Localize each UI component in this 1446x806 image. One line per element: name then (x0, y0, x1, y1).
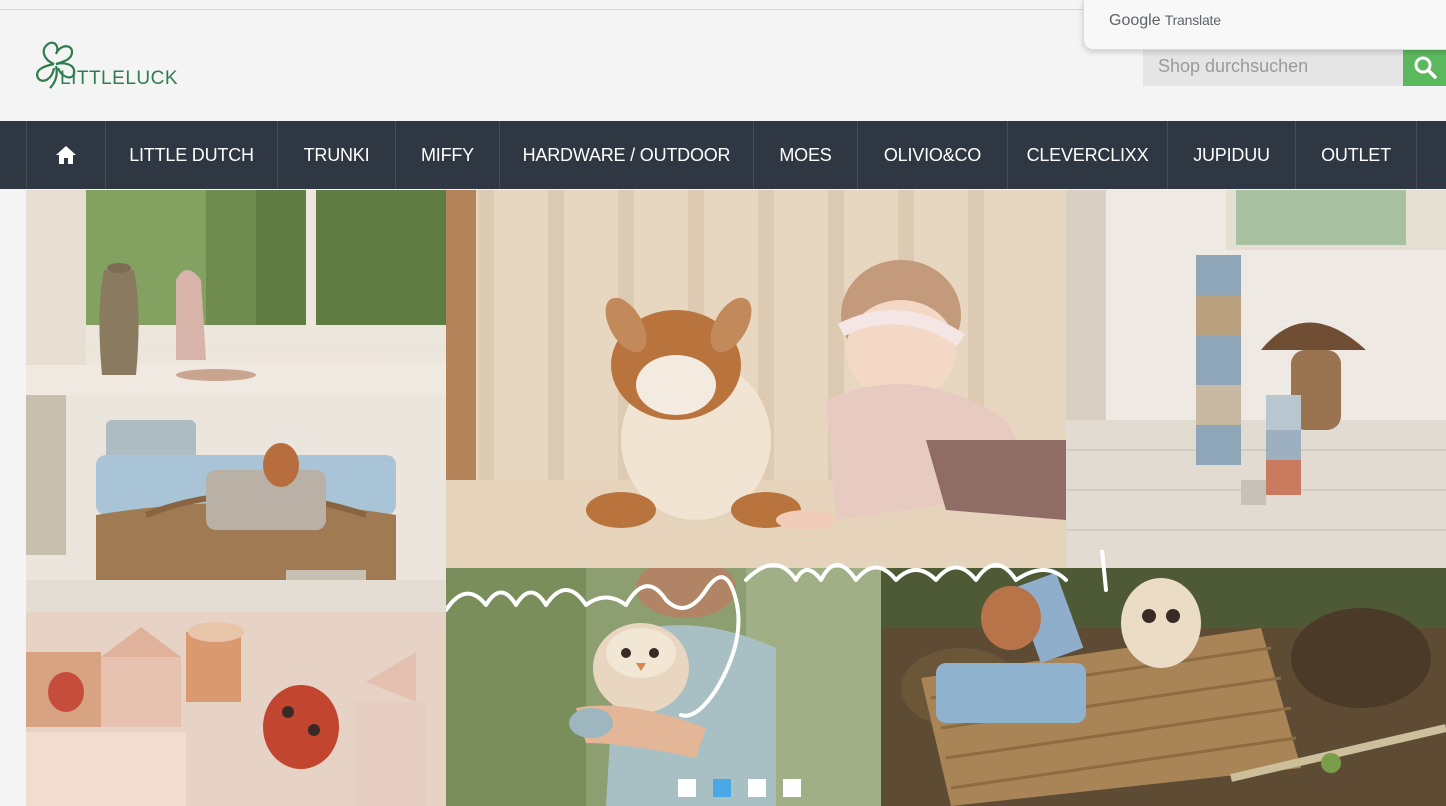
nav-item-cleverclixx[interactable]: CLEVERCLIXX (1008, 121, 1168, 189)
nav-item-outlet[interactable]: OUTLET (1296, 121, 1417, 189)
nav-item-little-dutch[interactable]: LITTLE DUTCH (106, 121, 278, 189)
logo-text: LittleLuck (60, 64, 178, 90)
slider-dot-2[interactable] (713, 779, 731, 797)
nav-item-trunki[interactable]: TRUNKI (278, 121, 396, 189)
nav-item-label: CLEVERCLIXX (1026, 144, 1149, 165)
slider-pagination (678, 779, 801, 797)
google-translate-popup: Google Translate (1083, 0, 1446, 50)
nav-item-miffy[interactable]: MIFFY (396, 121, 500, 189)
logo[interactable]: LittleLuck (34, 38, 194, 92)
slider-dot-3[interactable] (748, 779, 766, 797)
google-brand-text: Google (1109, 12, 1161, 29)
hero-slider[interactable] (26, 190, 1446, 806)
google-translate-brand: Google Translate (1109, 12, 1221, 30)
nav-item-home[interactable] (27, 121, 106, 189)
nav-item-label: OUTLET (1321, 144, 1391, 165)
nav-item-label: MOES (779, 144, 832, 165)
nav-item-label: HARDWARE / OUTDOOR (522, 144, 731, 165)
logo-text-second: Luck (125, 68, 178, 89)
page: LittleLuck Google Translate LITTLE DUTCH… (0, 0, 1446, 806)
search-input[interactable] (1143, 47, 1403, 86)
hero-photo-blocks-mushroom (1066, 190, 1446, 568)
hero-photo-rattan-bed (26, 395, 446, 612)
hero-photo-baby-deer (446, 190, 1066, 568)
search-box (1143, 47, 1403, 86)
nav-item-olivio-co[interactable]: OLIVIO&CO (858, 121, 1008, 189)
hero-script-text (446, 550, 1108, 718)
search-icon (1414, 56, 1437, 79)
slider-dot-4[interactable] (783, 779, 801, 797)
nav-item-label: TRUNKI (303, 144, 370, 165)
nav-item-label: JUPIDUU (1193, 144, 1270, 165)
home-icon (56, 146, 76, 164)
nav-item-label: LITTLE DUTCH (129, 144, 254, 165)
nav-item-label: OLIVIO&CO (883, 144, 982, 165)
hero-photo-wooden-toys (26, 612, 446, 806)
translate-brand-text: Translate (1164, 12, 1221, 28)
nav-item-jupiduu[interactable]: JUPIDUU (1168, 121, 1296, 189)
nav-item-hardware-outdoor[interactable]: HARDWARE / OUTDOOR (500, 121, 754, 189)
nav-item-label: MIFFY (421, 144, 474, 165)
main-navigation: LITTLE DUTCH TRUNKI MIFFY HARDWARE / OUT… (0, 121, 1446, 189)
search-button[interactable] (1403, 47, 1446, 86)
nav-item-moes[interactable]: MOES (754, 121, 858, 189)
slider-dot-1[interactable] (678, 779, 696, 797)
logo-text-first: Little (60, 68, 126, 89)
hero-photo-window-vase (26, 190, 446, 395)
